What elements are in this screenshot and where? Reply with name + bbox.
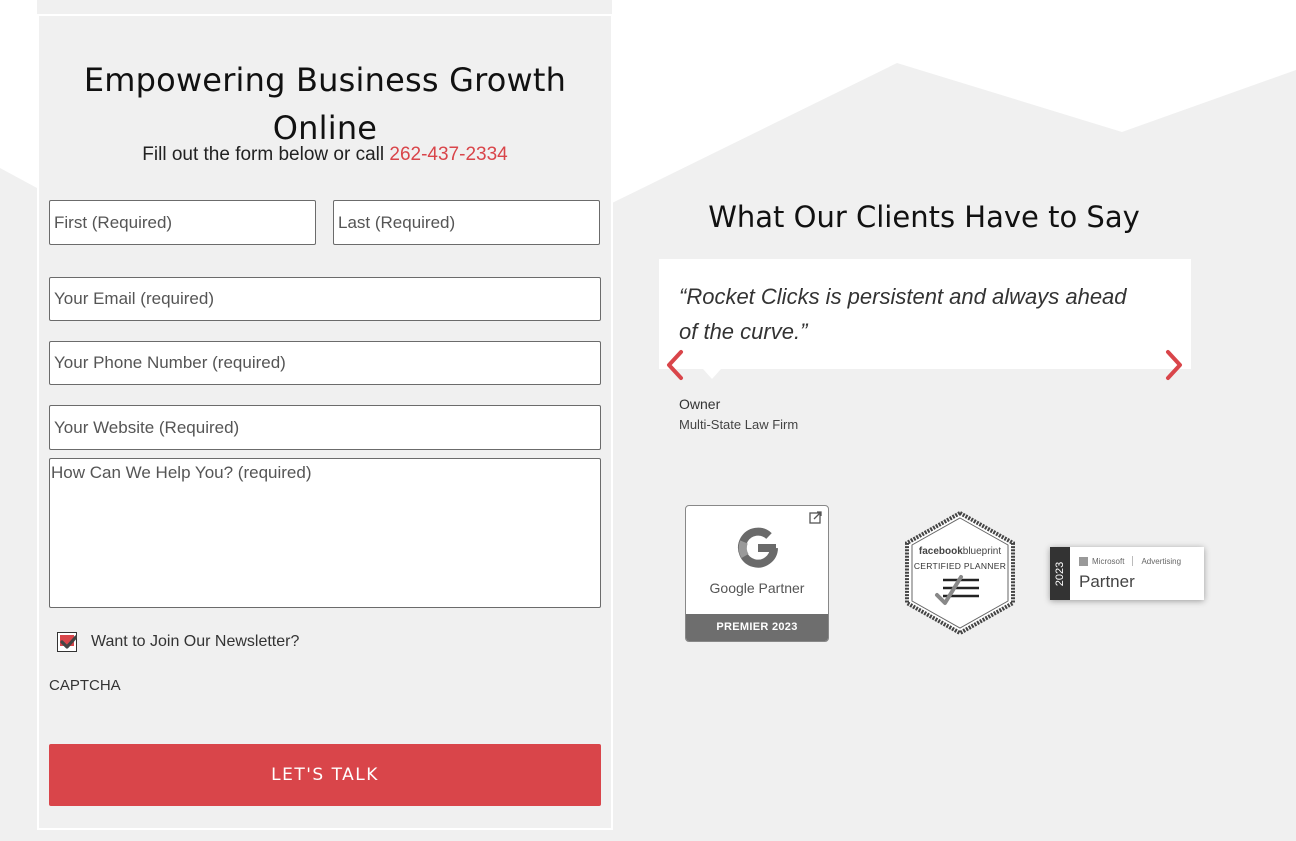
google-partner-label: Google Partner [709,580,805,596]
testimonial-quote: “Rocket Clicks is persistent and always … [679,284,1127,344]
testimonial-next-button[interactable] [1163,348,1185,382]
microsoft-partner-label: Partner [1079,572,1135,591]
microsoft-partner-badge[interactable]: 2023 Microsoft Advertising Partner [1050,547,1204,600]
facebook-brand: facebook [918,546,963,557]
microsoft-badge-year: 2023 [1050,547,1070,600]
facebook-blueprint-badge[interactable]: facebookblueprint CERTIFIED PLANNER [903,510,1017,636]
year-text: 2023 [1054,561,1067,586]
website-input[interactable] [49,405,601,450]
newsletter-option: Want to Join Our Newsletter? [57,632,299,652]
first-name-input[interactable] [49,200,316,245]
certified-planner-label: CERTIFIED PLANNER [913,561,1007,571]
google-partner-tier: PREMIER 2023 [686,614,828,641]
google-partner-badge[interactable]: Google Partner PREMIER 2023 [685,505,829,642]
external-link-icon [809,511,822,524]
form-subtitle: Fill out the form below or call 262-437-… [39,144,611,166]
testimonial-author-role: Owner [679,396,721,412]
blueprint-brand: blueprint [962,546,1002,557]
testimonials-title: What Our Clients Have to Say [708,200,1140,234]
captcha-label: CAPTCHA [49,677,121,694]
newsletter-checkbox[interactable] [57,632,77,652]
checkmark-icon [60,635,77,649]
facebook-blueprint-brand: facebookblueprint [903,546,1017,557]
speech-bubble-tail [703,369,721,379]
help-textarea[interactable] [49,458,601,608]
lets-talk-button[interactable]: LET'S TALK [49,744,601,806]
phone-input[interactable] [49,341,601,385]
contact-form-panel: Empowering Business Growth Online Fill o… [37,14,613,830]
divider [1132,556,1134,566]
google-g-icon [738,527,778,568]
email-input[interactable] [49,277,601,321]
newsletter-label: Want to Join Our Newsletter? [91,633,300,650]
form-subtitle-text: Fill out the form below or call [142,144,385,165]
chevron-left-icon [667,350,683,380]
microsoft-advertising-brand: Microsoft Advertising [1079,556,1181,566]
form-title: Empowering Business Growth Online [83,61,567,147]
testimonial-prev-button[interactable] [664,348,686,382]
phone-link[interactable]: 262-437-2334 [389,144,507,165]
microsoft-logo-icon [1079,556,1088,566]
microsoft-brand: Microsoft [1092,556,1125,566]
advertising-label: Advertising [1141,556,1182,566]
last-name-input[interactable] [333,200,600,245]
chevron-right-icon [1166,350,1182,380]
testimonial-author-company: Multi-State Law Firm [679,417,799,432]
hexagon-badge-shape [905,510,1015,636]
testimonial-card: “Rocket Clicks is persistent and always … [659,259,1191,379]
